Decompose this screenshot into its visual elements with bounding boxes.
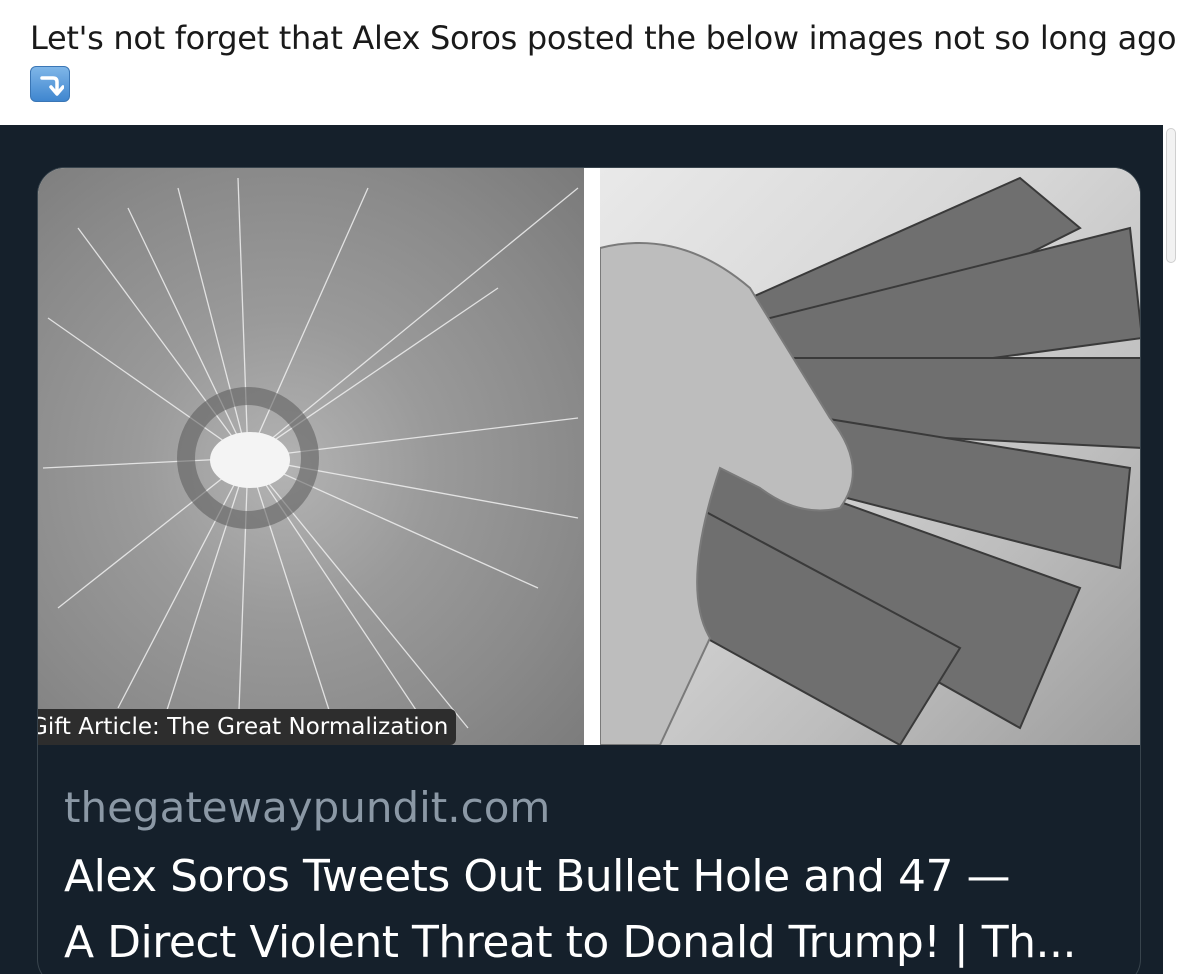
- card-title-line-1: Alex Soros Tweets Out Bullet Hole and 47…: [64, 851, 1010, 902]
- bullet-hole-photo: [38, 168, 584, 745]
- post-text: Let's not forget that Alex Soros posted …: [30, 19, 1177, 57]
- card-image[interactable]: Gift Article: The Great Normalization: [38, 168, 1140, 747]
- hand-holding-money-photo: [599, 168, 1140, 747]
- card-title[interactable]: Alex Soros Tweets Out Bullet Hole and 47…: [64, 844, 1124, 974]
- image-caption: Gift Article: The Great Normalization: [38, 709, 457, 745]
- post-text-area: Let's not forget that Alex Soros posted …: [0, 0, 1179, 125]
- card-title-line-2: A Direct Violent Threat to Donald Trump!…: [64, 917, 1076, 968]
- card-domain[interactable]: thegatewaypundit.com: [64, 778, 550, 838]
- arrow-curving-down-icon: [30, 66, 70, 102]
- scrollbar-thumb[interactable]: [1166, 128, 1176, 263]
- link-preview-card[interactable]: Gift Article: The Great Normalization th…: [37, 167, 1141, 974]
